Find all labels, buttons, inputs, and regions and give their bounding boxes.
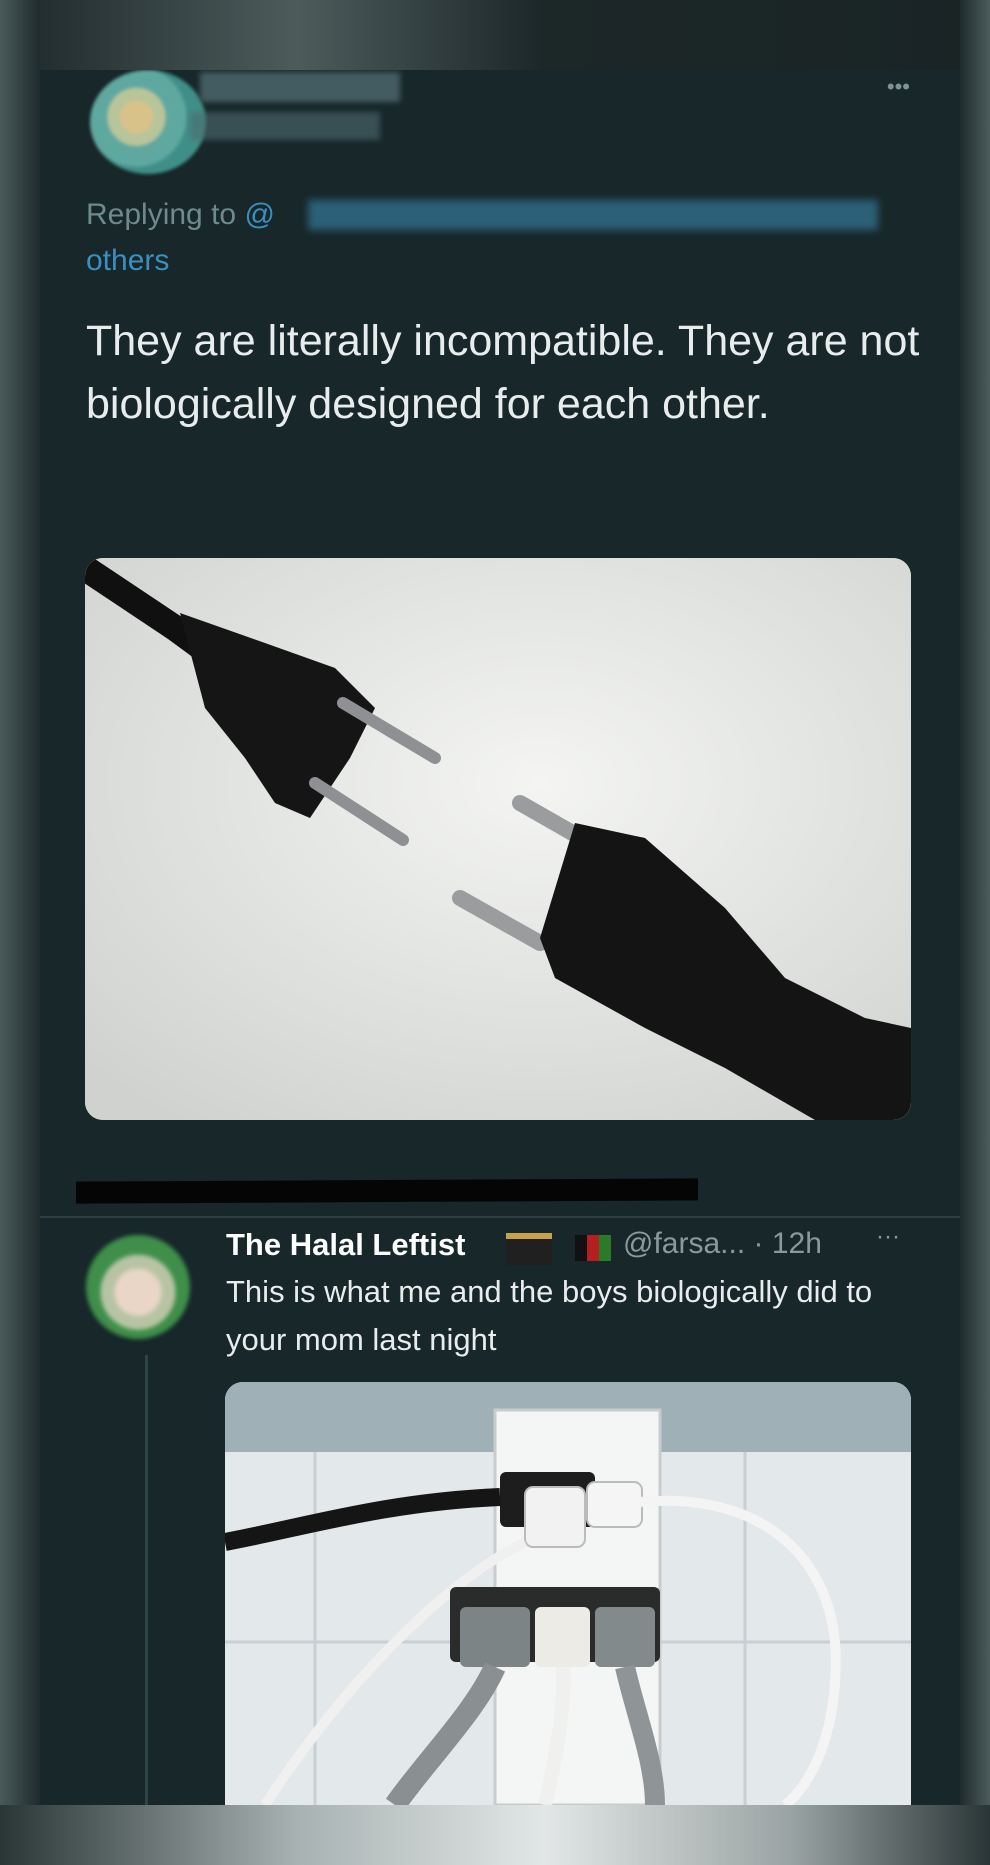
afghanistan-flag-icon (575, 1235, 611, 1261)
photo-frame-top (0, 0, 990, 70)
tweet-image-outlet[interactable] (225, 1382, 911, 1805)
thread-line (145, 1355, 148, 1805)
tweet-image-plugs[interactable] (85, 558, 911, 1120)
more-options-icon[interactable]: ••• (887, 74, 910, 100)
outlet-photo (225, 1382, 911, 1805)
plugs-photo (85, 558, 911, 1120)
divider (40, 1216, 960, 1218)
mention-at[interactable]: @ (244, 198, 274, 231)
more-options-icon[interactable]: ··· (876, 1223, 900, 1251)
photo-frame-left (0, 0, 40, 1865)
redaction-bar (76, 1178, 698, 1204)
photo-frame-bottom (0, 1805, 990, 1865)
avatar[interactable] (90, 70, 206, 174)
author-handle[interactable]: @farsa... · 12h (623, 1227, 822, 1261)
replying-to-label: Replying to (86, 198, 245, 231)
tweet-text: They are literally incompatible. They ar… (86, 317, 920, 428)
blurred-display-name (200, 72, 400, 102)
replying-to: Replying to @ (86, 198, 275, 232)
blurred-username (190, 112, 380, 140)
timestamp: · 12h (753, 1227, 822, 1260)
author-name[interactable]: The Halal Leftist (226, 1227, 465, 1263)
kaaba-icon (506, 1233, 552, 1265)
others-link[interactable]: others (86, 244, 169, 278)
blurred-mentions (308, 200, 878, 230)
photo-frame-right (960, 0, 990, 1865)
tweet-text: This is what me and the boys biologicall… (226, 1274, 873, 1357)
handle-text: @farsa... (623, 1227, 746, 1260)
avatar[interactable] (86, 1235, 190, 1339)
tweet-thread: ••• Replying to @ others They are litera… (40, 70, 960, 1805)
